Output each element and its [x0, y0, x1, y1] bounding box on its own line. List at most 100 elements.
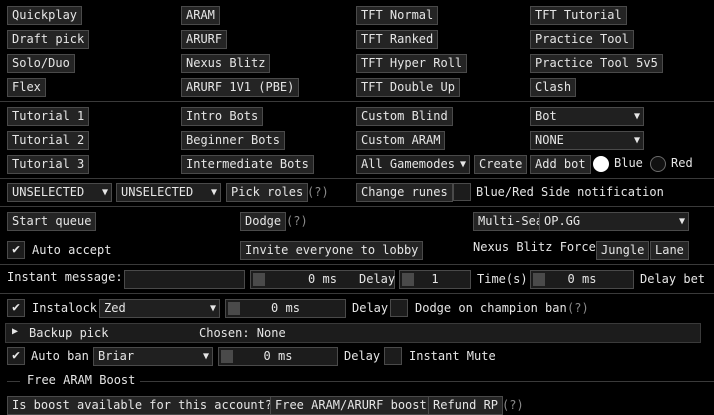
message-delay-value: 0 ms: [308, 272, 337, 286]
chevron-down-icon: ▼: [202, 351, 209, 362]
force-jungle-button[interactable]: Jungle: [596, 241, 650, 260]
create-button[interactable]: Create: [474, 155, 528, 174]
quickplay-button[interactable]: Quickplay: [7, 6, 83, 25]
dodge-button[interactable]: Dodge: [240, 212, 287, 231]
separator: [0, 206, 714, 207]
auto-ban-delay-value: 0 ms: [263, 349, 293, 363]
slider-handle[interactable]: [253, 273, 265, 286]
free-aram-boost-button[interactable]: Free ARAM/ARURF boost: [270, 396, 432, 415]
pick-roles-button[interactable]: Pick roles: [226, 183, 309, 202]
message-delay-label: Delay: [359, 272, 396, 286]
section-separator: [7, 381, 20, 382]
add-bot-button[interactable]: Add bot: [530, 155, 591, 174]
practice-tool-5v5-button[interactable]: Practice Tool 5v5: [530, 54, 663, 73]
tutorial-3-button[interactable]: Tutorial 3: [7, 155, 90, 174]
pick-roles-help[interactable]: (?): [307, 183, 329, 202]
custom-blind-button[interactable]: Custom Blind: [356, 107, 453, 126]
tft-normal-button[interactable]: TFT Normal: [356, 6, 439, 25]
team-red-label: Red: [671, 156, 693, 170]
role-2-select[interactable]: UNSELECTED ▼: [116, 183, 221, 202]
dodge-ban-label: Dodge on champion ban: [415, 301, 567, 315]
separator: [0, 293, 714, 294]
dodge-ban-help[interactable]: (?): [567, 299, 589, 318]
message-between-slider[interactable]: 0 ms: [530, 270, 634, 289]
slider-handle[interactable]: [533, 273, 545, 286]
tft-ranked-button[interactable]: TFT Ranked: [356, 30, 439, 49]
nexus-blitz-force-label: Nexus Blitz Force: [473, 240, 596, 254]
section-separator: [140, 381, 714, 382]
chevron-down-icon: ▼: [633, 135, 640, 146]
separator: [0, 178, 714, 179]
role-1-select-value: UNSELECTED: [12, 185, 85, 199]
auto-ban-delay-slider[interactable]: 0 ms: [218, 347, 338, 366]
instalock-champion-select[interactable]: Zed ▼: [99, 299, 220, 318]
aram-button[interactable]: ARAM: [181, 6, 220, 25]
force-lane-button[interactable]: Lane: [650, 241, 689, 260]
difficulty-select-value: NONE: [535, 133, 564, 147]
tft-double-up-button[interactable]: TFT Double Up: [356, 78, 460, 97]
instalock-checkbox[interactable]: ✔: [7, 299, 25, 317]
dodge-help[interactable]: (?): [286, 212, 308, 231]
arurf-button[interactable]: ARURF: [181, 30, 228, 49]
auto-accept-checkbox[interactable]: ✔: [7, 241, 25, 259]
auto-ban-delay-label: Delay: [344, 349, 381, 363]
slider-handle[interactable]: [402, 273, 414, 286]
nexus-blitz-button[interactable]: Nexus Blitz: [181, 54, 271, 73]
intermediate-bots-button[interactable]: Intermediate Bots: [181, 155, 314, 174]
dodge-ban-checkbox[interactable]: [390, 299, 408, 317]
instalock-champion-value: Zed: [104, 301, 126, 315]
solo-duo-button[interactable]: Solo/Duo: [7, 54, 75, 73]
auto-ban-checkbox[interactable]: ✔: [7, 347, 25, 365]
check-icon: ✔: [12, 242, 20, 257]
auto-accept-label: Auto accept: [32, 243, 112, 257]
tutorial-2-button[interactable]: Tutorial 2: [7, 131, 90, 150]
start-queue-button[interactable]: Start queue: [7, 212, 97, 231]
slider-handle[interactable]: [228, 302, 240, 315]
draft-pick-button[interactable]: Draft pick: [7, 30, 90, 49]
backup-pick-chosen: Chosen: None: [199, 326, 286, 340]
arurf-1v1-button[interactable]: ARURF 1V1 (PBE): [181, 78, 300, 97]
role-1-select[interactable]: UNSELECTED ▼: [7, 183, 112, 202]
role-2-select-value: UNSELECTED: [121, 185, 194, 199]
practice-tool-button[interactable]: Practice Tool: [530, 30, 634, 49]
instant-mute-checkbox[interactable]: [384, 347, 402, 365]
instalock-delay-slider[interactable]: 0 ms: [225, 299, 346, 318]
message-between-label: Delay bet: [640, 272, 706, 286]
message-times-stepper[interactable]: 1: [399, 270, 471, 289]
slider-handle[interactable]: [221, 350, 233, 363]
bot-select[interactable]: Bot ▼: [530, 107, 644, 126]
gamemodes-select[interactable]: All Gamemodes ▼: [356, 155, 470, 174]
invite-everyone-button[interactable]: Invite everyone to lobby: [240, 241, 424, 260]
tft-tutorial-button[interactable]: TFT Tutorial: [530, 6, 627, 25]
site-select-value: OP.GG: [544, 214, 581, 228]
message-times-value: 1: [431, 272, 439, 286]
auto-ban-champion-select[interactable]: Briar ▼: [93, 347, 213, 366]
separator: [0, 101, 714, 102]
team-red-radio[interactable]: [650, 156, 666, 172]
intro-bots-button[interactable]: Intro Bots: [181, 107, 264, 126]
aram-boost-help[interactable]: (?): [502, 396, 524, 415]
backup-pick-header[interactable]: ▶ Backup pick Chosen: None: [5, 323, 701, 343]
flex-button[interactable]: Flex: [7, 78, 46, 97]
chevron-down-icon: ▼: [209, 303, 216, 314]
instant-message-input[interactable]: [124, 270, 245, 289]
message-times-label: Time(s): [477, 272, 528, 286]
is-boost-available-button[interactable]: Is boost available for this account?: [7, 396, 278, 415]
tutorial-1-button[interactable]: Tutorial 1: [7, 107, 90, 126]
tft-hyper-roll-button[interactable]: TFT Hyper Roll: [356, 54, 468, 73]
beginner-bots-button[interactable]: Beginner Bots: [181, 131, 285, 150]
custom-aram-button[interactable]: Custom ARAM: [356, 131, 446, 150]
refund-rp-button[interactable]: Refund RP: [428, 396, 504, 415]
chevron-down-icon: ▼: [210, 187, 217, 198]
difficulty-select[interactable]: NONE ▼: [530, 131, 644, 150]
chevron-down-icon: ▼: [633, 111, 640, 122]
side-notification-label: Blue/Red Side notification: [476, 185, 664, 199]
side-notification-checkbox[interactable]: [453, 183, 471, 201]
team-blue-radio[interactable]: [593, 156, 609, 172]
check-icon: ✔: [12, 348, 20, 363]
clash-button[interactable]: Clash: [530, 78, 577, 97]
change-runes-button[interactable]: Change runes: [356, 183, 453, 202]
gamemodes-select-value: All Gamemodes: [361, 157, 455, 171]
site-select[interactable]: OP.GG ▼: [539, 212, 689, 231]
instalock-delay-value: 0 ms: [271, 301, 300, 315]
